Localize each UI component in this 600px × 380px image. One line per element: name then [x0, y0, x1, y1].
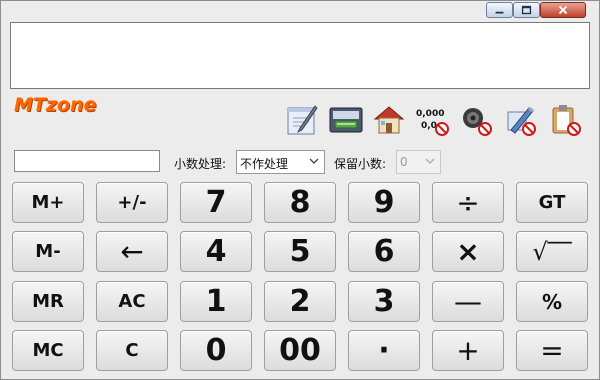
digit-0-key[interactable]: 0 [180, 330, 252, 371]
digit-7-key[interactable]: 7 [180, 182, 252, 223]
number-format-top-text: 0,000 [416, 109, 444, 119]
close-icon [558, 5, 568, 15]
home-icon[interactable] [371, 102, 407, 138]
close-button[interactable] [540, 2, 586, 18]
percent-key[interactable]: % [516, 281, 588, 322]
memory-add-key[interactable]: M+ [12, 182, 84, 223]
divide-key[interactable]: ÷ [432, 182, 504, 223]
chevron-down-icon [309, 158, 319, 164]
keyboard-icon[interactable] [328, 102, 364, 138]
backspace-key[interactable]: ← [96, 231, 168, 272]
memory-subtract-key[interactable]: M- [12, 231, 84, 272]
decimal-places-label: 保留小数: [334, 157, 387, 171]
calculator-window: MTzone 0,000 0,0 小数处理: 不作处理 保留小数: 0 M+ +… [0, 0, 600, 380]
maximize-button[interactable] [513, 2, 540, 18]
clear-key[interactable]: C [96, 330, 168, 371]
subtract-key[interactable]: — [432, 281, 504, 322]
number-format-bottom-text: 0,0 [421, 121, 437, 131]
square-root-key[interactable]: √‾‾ [516, 231, 588, 272]
double-zero-key[interactable]: 00 [264, 330, 336, 371]
all-clear-key[interactable]: AC [96, 281, 168, 322]
title-bar [1, 1, 599, 21]
calculator-display [10, 22, 590, 89]
digit-6-key[interactable]: 6 [348, 231, 420, 272]
notepad-icon[interactable] [285, 102, 321, 138]
maximize-icon [521, 5, 532, 15]
decimal-places-select[interactable]: 0 [396, 150, 441, 174]
grand-total-key[interactable]: GT [516, 182, 588, 223]
digit-8-key[interactable]: 8 [264, 182, 336, 223]
number-format-icon[interactable]: 0,000 0,0 [416, 102, 452, 138]
sign-toggle-key[interactable]: +/- [96, 182, 168, 223]
digit-2-key[interactable]: 2 [264, 281, 336, 322]
sound-off-icon[interactable] [459, 102, 495, 138]
decimal-handling-select[interactable]: 不作处理 [236, 150, 325, 174]
decimal-point-key[interactable]: · [348, 330, 420, 371]
decimal-places-value: 0 [400, 155, 408, 169]
memory-clear-key[interactable]: MC [12, 330, 84, 371]
digit-5-key[interactable]: 5 [264, 231, 336, 272]
memory-display-field [14, 150, 160, 172]
tools-off-icon[interactable] [503, 102, 539, 138]
multiply-key[interactable]: × [432, 231, 504, 272]
mtzone-logo: MTzone [14, 94, 97, 116]
digit-9-key[interactable]: 9 [348, 182, 420, 223]
decimal-handling-label: 小数处理: [174, 157, 227, 171]
clipboard-off-icon[interactable] [548, 102, 584, 138]
add-key[interactable]: + [432, 330, 504, 371]
digit-3-key[interactable]: 3 [348, 281, 420, 322]
minimize-icon [495, 11, 504, 14]
digit-1-key[interactable]: 1 [180, 281, 252, 322]
decimal-handling-value: 不作处理 [240, 157, 289, 171]
chevron-down-icon [425, 158, 435, 164]
digit-4-key[interactable]: 4 [180, 231, 252, 272]
minimize-button[interactable] [486, 2, 513, 18]
equals-key[interactable]: = [516, 330, 588, 371]
memory-recall-key[interactable]: MR [12, 281, 84, 322]
